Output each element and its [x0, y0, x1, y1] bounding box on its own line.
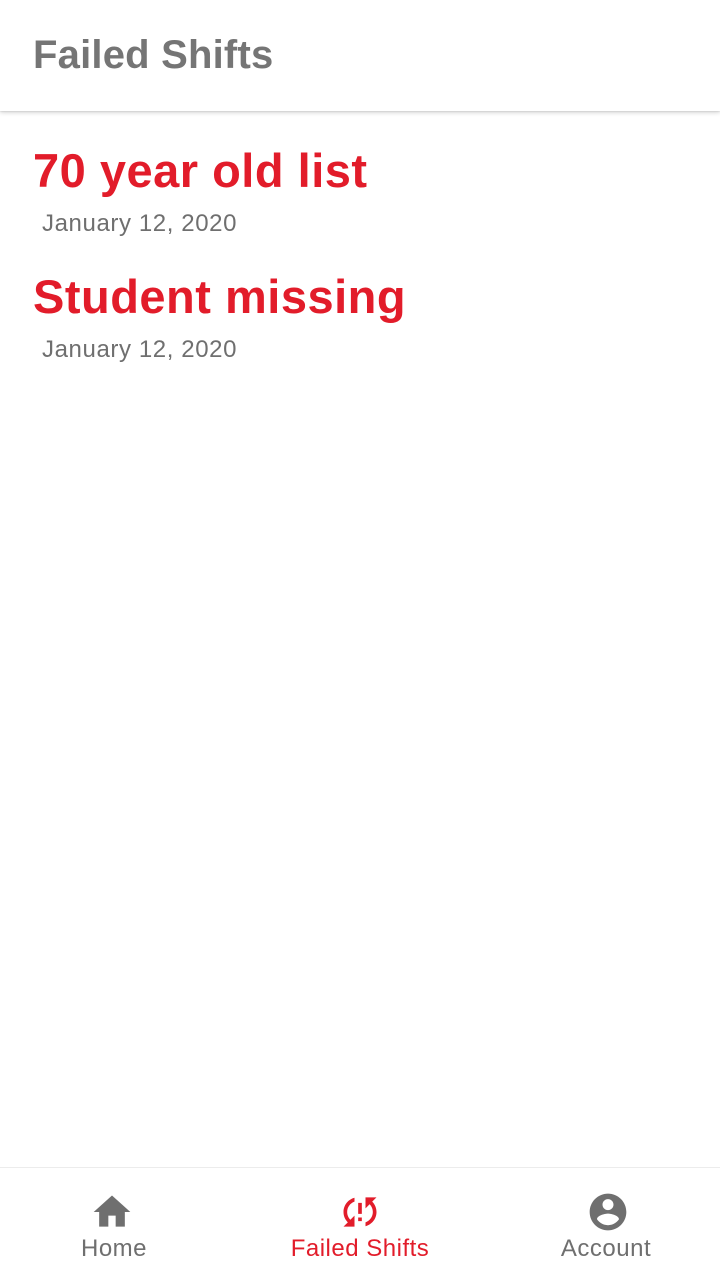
nav-label-home: Home	[80, 1235, 148, 1262]
account-circle-icon	[589, 1193, 627, 1231]
home-icon	[93, 1195, 131, 1227]
bottom-navigation: Home Failed Shifts Account	[0, 1167, 720, 1280]
nav-item-home[interactable]: Home	[0, 1168, 228, 1280]
shift-title: 70 year old list	[33, 144, 368, 197]
sync-problem-icon	[343, 1197, 377, 1227]
nav-label-failed-shifts: Failed Shifts	[290, 1235, 430, 1262]
nav-item-failed-shifts[interactable]: Failed Shifts	[228, 1168, 492, 1280]
shift-title: Student missing	[33, 270, 407, 323]
shift-list-item[interactable]: Student missing January 12, 2020	[0, 237, 720, 363]
nav-label-account: Account	[560, 1235, 652, 1262]
nav-item-account[interactable]: Account	[492, 1168, 720, 1280]
app-screen: Failed Shifts 70 year old list January 1…	[0, 0, 720, 1280]
shift-date: January 12, 2020	[42, 210, 238, 237]
page-title: Failed Shifts	[33, 33, 274, 77]
app-bar: Failed Shifts	[0, 0, 720, 111]
shift-list-item[interactable]: 70 year old list January 12, 2020	[0, 111, 720, 237]
shift-date: January 12, 2020	[42, 336, 238, 363]
